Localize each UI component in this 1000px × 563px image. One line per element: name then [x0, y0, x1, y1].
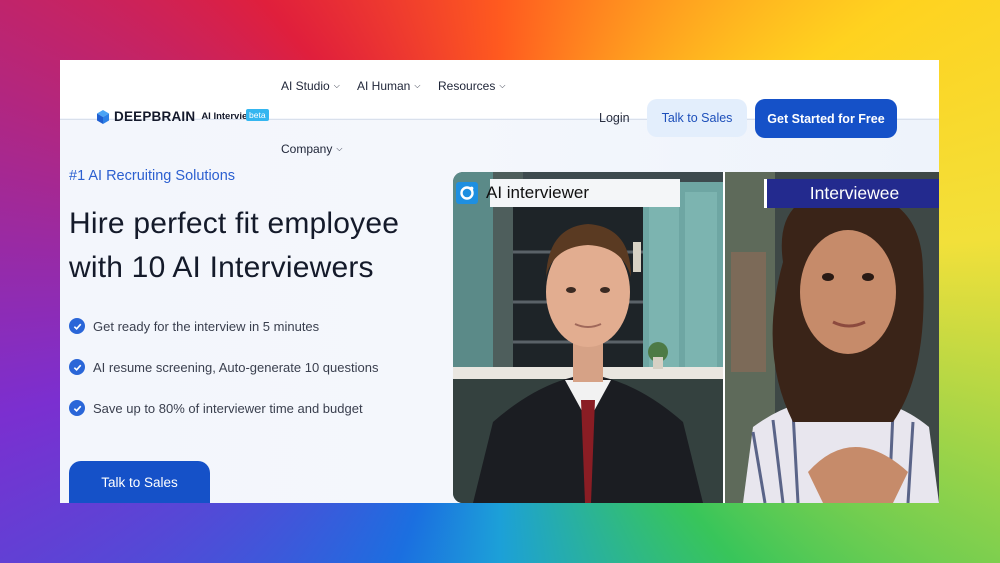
login-link[interactable]: Login — [599, 111, 630, 125]
interviewee-label: Interviewee — [764, 179, 939, 208]
hero-tagline: #1 AI Recruiting Solutions — [69, 168, 236, 184]
menu-label: AI Human — [357, 79, 411, 93]
benefit-item: AI resume screening, Auto-generate 10 qu… — [69, 357, 378, 377]
beta-badge: beta — [246, 109, 269, 121]
check-circle-icon — [69, 359, 85, 375]
menu-company[interactable]: Company ⌵ — [281, 142, 342, 156]
hero-headline: Hire perfect fit employee with 10 AI Int… — [69, 202, 399, 290]
chevron-down-icon: ⌵ — [499, 81, 506, 90]
menu-resources[interactable]: Resources ⌵ — [438, 79, 505, 93]
ai-avatar-logo-icon — [456, 182, 478, 204]
hero-talk-to-sales-button[interactable]: Talk to Sales — [69, 461, 210, 503]
chevron-down-icon: ⌵ — [414, 81, 421, 90]
headline-line-2: with 10 AI Interviewers — [69, 251, 374, 284]
menu-label: Resources — [438, 79, 496, 93]
get-started-button[interactable]: Get Started for Free — [755, 99, 897, 138]
interview-scene-illustration — [453, 172, 939, 503]
ai-interviewer-text: AI interviewer — [486, 183, 589, 202]
ai-interviewer-label: AI interviewer — [456, 179, 680, 207]
benefit-text: AI resume screening, Auto-generate 10 qu… — [93, 359, 379, 375]
headline-line-1: Hire perfect fit employee — [69, 207, 400, 240]
menu-ai-studio[interactable]: AI Studio ⌵ — [281, 79, 340, 93]
benefit-list: Get ready for the interview in 5 minutes… — [69, 316, 378, 439]
interview-video-preview[interactable]: AI interviewer Interviewee — [453, 172, 939, 503]
talk-to-sales-button[interactable]: Talk to Sales — [647, 99, 747, 137]
menu-label: Company — [281, 142, 333, 156]
chevron-down-icon: ⌵ — [333, 81, 340, 90]
benefit-text: Get ready for the interview in 5 minutes — [93, 318, 320, 334]
menu-label: AI Studio — [281, 79, 330, 93]
benefit-text: Save up to 80% of interviewer time and b… — [93, 400, 363, 416]
check-circle-icon — [69, 318, 85, 334]
menu-ai-human[interactable]: AI Human ⌵ — [357, 79, 420, 93]
brand-logo[interactable]: DEEPBRAIN AI Interview — [96, 109, 255, 124]
benefit-item: Save up to 80% of interviewer time and b… — [69, 398, 378, 418]
brand-name: DEEPBRAIN — [114, 109, 196, 124]
benefit-item: Get ready for the interview in 5 minutes — [69, 316, 378, 336]
cube-logo-icon — [97, 109, 109, 124]
check-circle-icon — [69, 400, 85, 416]
webpage-screenshot: DEEPBRAIN AI Interview beta AI Studio ⌵ … — [60, 60, 939, 503]
chevron-down-icon: ⌵ — [336, 144, 343, 153]
